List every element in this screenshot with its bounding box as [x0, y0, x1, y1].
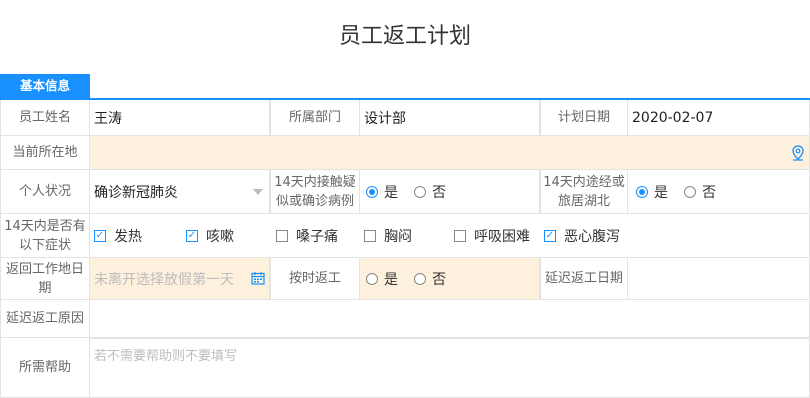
page-title: 员工返工计划 — [338, 24, 471, 49]
checkbox-label: 咳嗽 — [206, 228, 234, 245]
radio-label: 否 — [432, 271, 446, 288]
on-time-return-label: 按时返工 — [270, 258, 360, 300]
return-date-label: 返回工作地日期 — [0, 258, 90, 300]
radio-circle-checked — [366, 185, 378, 198]
via-hubei-yes-radio[interactable]: 是 — [636, 182, 668, 202]
checkbox — [364, 229, 376, 242]
chevron-down-icon — [253, 188, 263, 195]
symptom-fever-checkbox[interactable]: ✓ 发热 — [94, 214, 142, 257]
symptoms-checkbox-group: ✓ 发热 ✓ 咳嗽 嗓子痛 胸闷 呼吸困难 ✓ 恶心腹泻 — [90, 214, 810, 258]
checkbox — [276, 229, 288, 242]
contact-14d-yes-radio[interactable]: 是 — [366, 182, 398, 202]
personal-status-label: 个人状况 — [0, 170, 90, 214]
help-needed-textarea[interactable]: 若不需要帮助则不要填写 — [90, 338, 810, 398]
checkbox-label: 恶心腹泻 — [564, 228, 620, 245]
contact-14d-label: 14天内接触疑似或确诊病例 — [270, 170, 360, 214]
radio-label: 是 — [384, 271, 398, 288]
checkbox-label: 呼吸困难 — [474, 228, 530, 245]
current-location-label: 当前所在地 — [0, 136, 90, 170]
employee-name-field[interactable]: 王涛 — [90, 100, 270, 136]
via-hubei-radio-group: 是 否 — [628, 170, 810, 214]
symptom-chest-tightness-checkbox[interactable]: 胸闷 — [364, 214, 412, 257]
radio-circle — [414, 272, 426, 285]
return-date-field[interactable]: 未离开选择放假第一天 — [90, 258, 270, 300]
checkbox-checked: ✓ — [94, 229, 106, 242]
checkbox-label: 胸闷 — [384, 228, 412, 245]
on-time-yes-radio[interactable]: 是 — [366, 269, 398, 289]
plan-date-label: 计划日期 — [540, 100, 628, 136]
department-field[interactable]: 设计部 — [360, 100, 540, 136]
symptom-sore-throat-checkbox[interactable]: 嗓子痛 — [276, 214, 338, 257]
delayed-date-field[interactable] — [628, 258, 810, 300]
radio-circle — [684, 185, 696, 198]
radio-circle — [366, 272, 378, 285]
symptoms-label: 14天内是否有以下症状 — [0, 214, 90, 258]
checkbox — [454, 229, 466, 242]
radio-label: 否 — [702, 184, 716, 201]
via-hubei-no-radio[interactable]: 否 — [684, 182, 716, 202]
department-label: 所属部门 — [270, 100, 360, 136]
checkbox-checked: ✓ — [544, 229, 556, 242]
help-needed-label: 所需帮助 — [0, 338, 90, 398]
location-pin-icon[interactable] — [791, 145, 805, 161]
symptom-breathing-checkbox[interactable]: 呼吸困难 — [454, 214, 530, 257]
delay-reason-field[interactable] — [90, 300, 810, 338]
symptom-nausea-checkbox[interactable]: ✓ 恶心腹泻 — [544, 214, 620, 257]
on-time-no-radio[interactable]: 否 — [414, 269, 446, 289]
radio-label: 否 — [432, 184, 446, 201]
radio-label: 是 — [384, 184, 398, 201]
radio-circle — [414, 185, 426, 198]
calendar-icon[interactable] — [251, 271, 265, 285]
personal-status-select[interactable]: 确诊新冠肺炎 — [90, 170, 270, 214]
plan-date-field[interactable]: 2020-02-07 — [628, 100, 810, 136]
contact-14d-no-radio[interactable]: 否 — [414, 182, 446, 202]
radio-label: 是 — [654, 184, 668, 201]
radio-circle-checked — [636, 185, 648, 198]
delay-reason-label: 延迟返工原因 — [0, 300, 90, 338]
tab-basic-info[interactable]: 基本信息 — [0, 74, 90, 98]
symptom-cough-checkbox[interactable]: ✓ 咳嗽 — [186, 214, 234, 257]
checkbox-label: 发热 — [114, 228, 142, 245]
checkbox-checked: ✓ — [186, 229, 198, 242]
via-hubei-label: 14天内途经或旅居湖北 — [540, 170, 628, 214]
delayed-date-label: 延迟返工日期 — [540, 258, 628, 300]
employee-name-label: 员工姓名 — [0, 100, 90, 136]
help-needed-placeholder: 若不需要帮助则不要填写 — [94, 349, 238, 364]
on-time-return-radio-group: 是 否 — [360, 258, 540, 300]
contact-14d-radio-group: 是 否 — [360, 170, 540, 214]
personal-status-value: 确诊新冠肺炎 — [94, 184, 178, 201]
current-location-field[interactable] — [90, 136, 810, 170]
return-date-placeholder: 未离开选择放假第一天 — [94, 271, 234, 288]
checkbox-label: 嗓子痛 — [296, 228, 338, 245]
